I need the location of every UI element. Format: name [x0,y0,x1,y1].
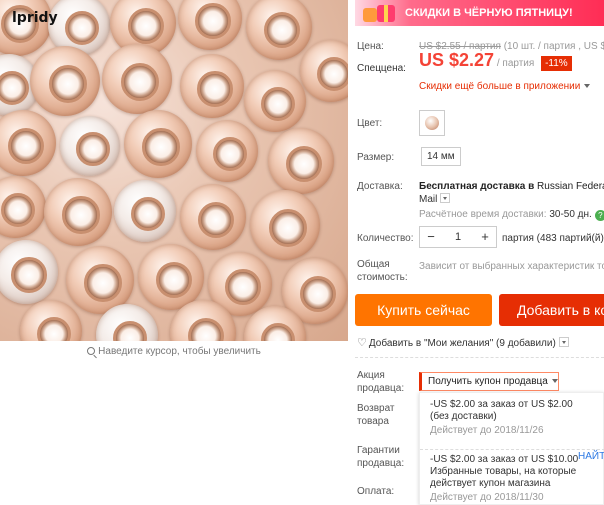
quantity-available: партия (483 партий(й) до [502,233,604,244]
bead-image [250,190,320,260]
coupon-validity: Действует до 2018/11/30 [430,492,544,503]
bead-image [0,110,56,176]
bead-image [178,0,242,50]
shipping-destination[interactable]: Russian Federation [537,181,604,192]
delivery-eta-value: 30-50 дн. [549,209,592,220]
total-label-line2: стоимость: [357,272,408,283]
delivery-estimate: Расчётное время доставки: 30-50 дн.? [419,208,604,221]
coupon-validity: Действует до 2018/11/26 [430,425,544,436]
special-price: US $2.27 / партия -11% [419,51,572,71]
bead-image [102,44,172,114]
return-label-line2: товара [357,416,389,427]
bead-image [180,184,246,250]
shipping-info: Бесплатная доставка в Russian Federation [419,180,604,193]
coupon-item[interactable]: -US $2.00 за заказ от US $10.00 Избранны… [430,454,590,504]
guarantee-label-line1: Гарантии [357,445,400,456]
app-promo[interactable]: Скидки ещё больше в приложении [419,80,591,93]
free-shipping: Бесплатная доставка [419,181,526,192]
help-icon[interactable]: ? [594,210,604,221]
buy-now-button[interactable]: Купить сейчас [355,294,492,326]
total-value: Зависит от выбранных характеристик това [419,261,604,272]
shipping-method[interactable]: Mail [419,193,451,206]
coupon-condition: (без доставки) [430,411,497,422]
size-label: Размер: [357,152,395,163]
promo-label-line1: Акция [357,370,385,381]
bead-thumbnail-icon [425,116,439,130]
payment-label: Оплата: [357,486,395,497]
wishlist-link[interactable]: ♡ Добавить в "Мои желания" (9 добавили) [357,336,569,349]
coupon-dropdown: -US $2.00 за заказ от US $2.00 (без дост… [419,392,604,505]
coupon-amount: -US $2.00 за заказ от US $2.00 [430,399,573,410]
add-to-cart-button[interactable]: Добавить в ко [499,294,604,326]
old-price-meta: (10 шт. / партия , US $0. [503,41,604,52]
banner-text: СКИДКИ В ЧЁРНУЮ ПЯТНИЦУ! [405,7,573,19]
quantity-input[interactable]: 1 [442,227,474,247]
bead-image [30,46,100,116]
quantity-stepper: − 1 + [419,226,497,248]
color-option[interactable] [419,110,445,136]
special-price-label: Спеццена: [357,63,406,74]
chevron-down-icon[interactable] [558,337,569,347]
bead-image [60,116,120,176]
total-label-line1: Общая [357,259,390,270]
zoom-hint-text: Наведите курсор, чтобы увеличить [98,346,261,357]
chevron-down-icon [584,84,591,88]
quantity-decrement-button[interactable]: − [420,227,442,247]
get-coupon-button[interactable]: Получить купон продавца [419,372,559,391]
bead-image [124,110,192,178]
product-image[interactable]: lpridy [0,0,348,341]
delivery-eta-label: Расчётное время доставки: [419,209,547,220]
chevron-down-icon[interactable] [440,193,451,203]
heart-icon: ♡ [357,337,367,349]
divider [355,357,604,358]
app-promo-text: Скидки ещё больше в приложении [419,81,581,92]
return-label-line1: Возврат [357,403,395,414]
quantity-increment-button[interactable]: + [474,227,496,247]
size-option[interactable]: 14 мм [421,147,461,166]
bead-image [300,40,348,102]
bead-image [196,120,258,182]
bead-image [0,240,58,304]
bead-image [0,0,52,56]
per-lot-label: / партия [496,58,535,69]
coupon-amount: -US $2.00 за заказ от US $10.00 [430,454,579,465]
bead-image [244,70,306,132]
wishlist-text: Добавить в "Мои желания" (9 добавили) [368,338,556,349]
black-friday-banner[interactable]: СКИДКИ В ЧЁРНУЮ ПЯТНИЦУ! [355,0,604,26]
guarantee-label: Гарантии продавца: [357,444,404,470]
bead-image [44,178,112,246]
bead-image [180,54,244,118]
return-label: Возврат товара [357,402,395,428]
bead-image [114,180,176,242]
divider [420,449,604,450]
bead-image [0,176,46,238]
quantity-label: Количество: [357,233,414,244]
promo-label-line2: продавца: [357,383,405,394]
shipping-label: Доставка: [357,181,403,192]
discount-badge: -11% [541,56,572,71]
coupon-item[interactable]: -US $2.00 за заказ от US $2.00 (без дост… [430,399,590,437]
bead-image [268,128,334,194]
zoom-hint: Наведите курсор, чтобы увеличить [0,346,348,357]
chevron-down-icon [551,379,558,383]
bead-image [20,300,82,341]
magnifier-icon [87,347,96,355]
coupon-condition: Избранные товары, на которые [430,466,577,477]
shipping-to: в [528,181,535,192]
total-label: Общая стоимость: [357,258,408,284]
gift-box-icon [361,2,397,24]
color-label: Цвет: [357,118,383,129]
coupon-condition: действует купон магазина [430,478,551,489]
get-coupon-text: Получить купон продавца [428,376,548,387]
brand-logo: lpridy [12,10,58,26]
shipping-method-text: Mail [419,194,438,205]
new-price-value: US $2.27 [419,50,495,70]
price-label: Цена: [357,41,384,52]
promo-label: Акция продавца: [357,369,404,395]
bead-image [246,0,312,60]
guarantee-label-line2: продавца: [357,458,405,469]
